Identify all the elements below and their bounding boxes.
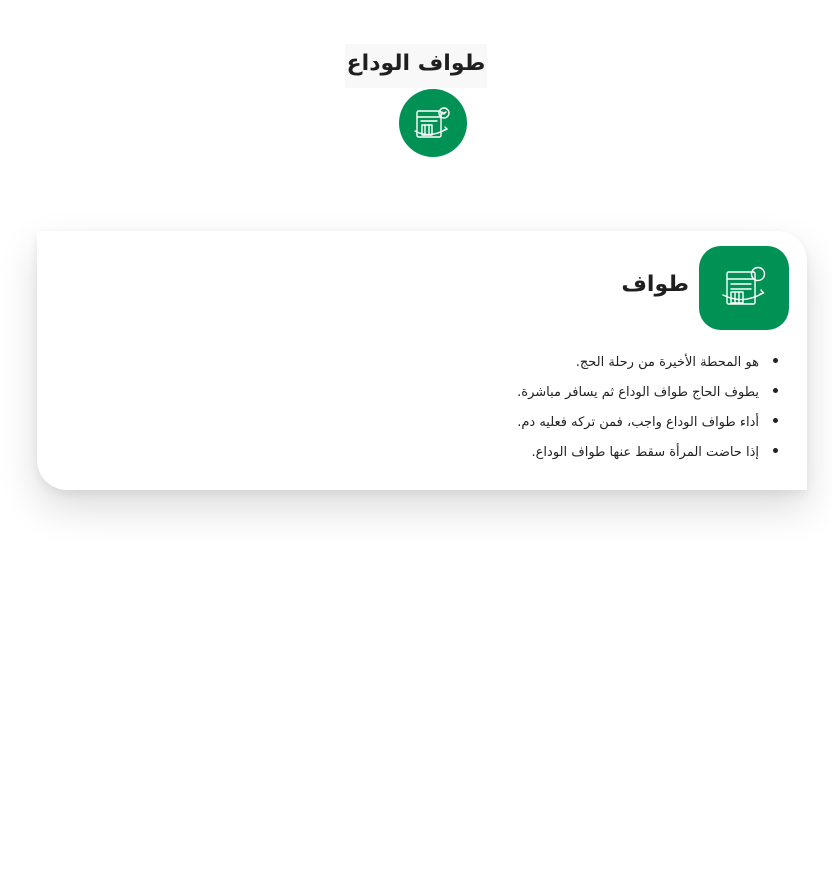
list-item: يطوف الحاج طواف الوداع ثم يسافر مباشرة. bbox=[517, 376, 761, 406]
list-item: إذا حاضت المرأة سقط عنها طواف الوداع. bbox=[517, 436, 761, 466]
calendar-cycle-icon bbox=[399, 89, 467, 157]
list-item: أداء طواف الوداع واجب، فمن تركه فعليه دم… bbox=[517, 406, 761, 436]
page: طواف الوداع طواف • هو المحطة الأخيرة من … bbox=[0, 0, 832, 870]
calendar-cycle-icon bbox=[699, 246, 789, 330]
tawaf-card: طواف هو المحطة الأخيرة من رحلة الحج. يطو… bbox=[37, 231, 807, 490]
page-title: طواف الوداع bbox=[344, 44, 488, 88]
card-title: طواف bbox=[621, 271, 689, 297]
card-header: طواف bbox=[621, 246, 789, 330]
points-list: هو المحطة الأخيرة من رحلة الحج. يطوف الح… bbox=[517, 346, 781, 466]
page-header: طواف الوداع bbox=[0, 44, 832, 88]
list-item: هو المحطة الأخيرة من رحلة الحج. bbox=[517, 346, 761, 376]
